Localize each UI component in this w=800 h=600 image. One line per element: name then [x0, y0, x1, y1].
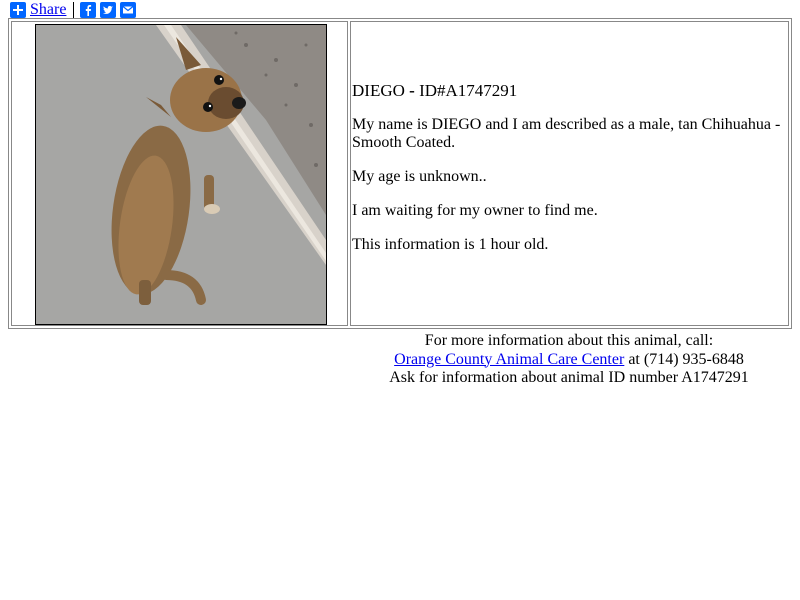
animal-age: My age is unknown.. — [352, 168, 487, 185]
contact-footer: For more information about this animal, … — [346, 332, 792, 388]
phone-number: at (714) 935-6848 — [628, 350, 744, 368]
share-divider — [73, 2, 75, 18]
contact-intro: For more information about this animal, … — [424, 332, 714, 349]
twitter-icon[interactable] — [100, 2, 117, 18]
animal-info-table: DIEGO - ID#A1747291 My name is DIEGO and… — [8, 18, 792, 329]
info-text: DIEGO - ID#A1747291 My name is DIEGO and… — [352, 82, 788, 270]
title-separator: - — [409, 81, 415, 100]
care-center-link[interactable]: Orange County Animal Care Center — [394, 351, 624, 368]
animal-id-note: Ask for information about animal ID numb… — [389, 369, 749, 386]
share-bar: Share — [10, 1, 140, 19]
share-link[interactable]: Share — [30, 2, 66, 18]
animal-photo — [35, 24, 327, 325]
animal-name: DIEGO — [352, 81, 405, 100]
email-icon[interactable] — [120, 2, 137, 18]
info-cell: DIEGO - ID#A1747291 My name is DIEGO and… — [350, 21, 789, 326]
photo-cell — [11, 21, 348, 326]
plus-icon[interactable] — [10, 2, 26, 18]
animal-description: My name is DIEGO and I am described as a… — [352, 116, 781, 151]
animal-title: DIEGO - ID#A1747291 — [352, 82, 788, 100]
facebook-icon[interactable] — [80, 2, 97, 18]
contact-line: Orange County Animal Care Center at (714… — [346, 351, 792, 370]
info-freshness: This information is 1 hour old. — [352, 236, 549, 253]
animal-id: ID#A1747291 — [419, 81, 518, 100]
animal-status: I am waiting for my owner to find me. — [352, 202, 598, 219]
